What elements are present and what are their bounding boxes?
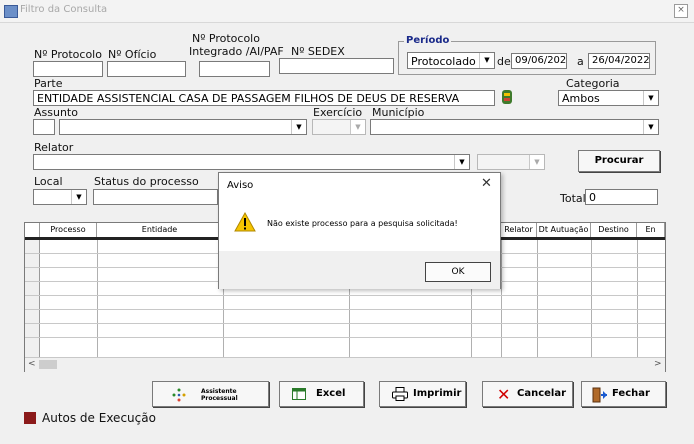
scroll-right-icon[interactable]: >	[654, 359, 662, 369]
periodo-a-label: a	[577, 55, 584, 68]
chevron-down-icon	[479, 53, 494, 68]
local-select[interactable]	[33, 189, 87, 205]
total-field: 0	[585, 189, 658, 205]
aviso-dialog: Aviso ✕ Não existe processo para a pesqu…	[218, 172, 501, 289]
chevron-down-icon	[643, 91, 658, 105]
exit-door-icon	[592, 387, 608, 406]
exercicio-select[interactable]	[312, 119, 366, 135]
col-en[interactable]: En	[637, 223, 665, 237]
categoria-select[interactable]: Ambos	[558, 90, 659, 106]
dialog-ok-button[interactable]: OK	[425, 262, 491, 282]
periodo-type-select[interactable]: Protocolado	[407, 52, 495, 69]
cancel-x-icon: ✕	[497, 385, 511, 404]
imprimir-button[interactable]: Imprimir	[379, 381, 466, 407]
total-label: Total	[560, 192, 586, 205]
grid-col-line	[637, 240, 638, 357]
assunto-label: Assunto	[34, 106, 78, 119]
n-protocolo-integrado-label-1: Nº Protocolo	[192, 32, 260, 45]
chevron-down-icon	[454, 155, 469, 169]
fechar-button[interactable]: Fechar	[581, 381, 666, 407]
app-icon	[4, 5, 18, 18]
n-protocolo-integrado-input[interactable]	[199, 61, 270, 77]
assistant-icon	[171, 387, 187, 406]
fechar-label: Fechar	[612, 388, 650, 399]
n-protocolo-input[interactable]	[33, 61, 103, 77]
col-entidade[interactable]: Entidade	[97, 223, 223, 237]
cancelar-button[interactable]: ✕ Cancelar	[482, 381, 573, 407]
dialog-title: Aviso	[227, 180, 254, 191]
parte-input[interactable]: ENTIDADE ASSISTENCIAL CASA DE PASSAGEM F…	[33, 90, 495, 106]
col-processo[interactable]: Processo	[40, 223, 97, 237]
grid-row-header-corner	[25, 223, 40, 237]
lookup-icon[interactable]	[500, 89, 514, 105]
status-label: Status do processo	[94, 175, 199, 188]
n-oficio-input[interactable]	[107, 61, 186, 77]
grid-row-selector	[25, 240, 40, 357]
local-label: Local	[34, 175, 63, 188]
dialog-message: Não existe processo para a pesquisa soli…	[267, 219, 458, 228]
warning-icon	[234, 211, 256, 236]
chevron-down-icon	[643, 120, 658, 134]
relator-label: Relator	[34, 141, 74, 154]
chevron-down-icon	[350, 120, 365, 134]
col-relator[interactable]: Relator	[501, 223, 537, 237]
dialog-close-button[interactable]: ✕	[481, 176, 492, 191]
municipio-select[interactable]	[370, 119, 659, 135]
grid-col-line	[97, 240, 98, 357]
exercicio-label: Exercício	[313, 106, 363, 119]
cancelar-label: Cancelar	[517, 388, 567, 399]
n-oficio-label: Nº Ofício	[108, 48, 157, 61]
relator-select[interactable]	[33, 154, 470, 170]
excel-label: Excel	[316, 388, 346, 399]
periodo-de-input[interactable]: 09/06/2020	[511, 53, 567, 69]
grid-row-line	[25, 323, 665, 324]
periodo-de-label: de	[497, 55, 511, 68]
excel-icon	[292, 388, 306, 403]
col-dt-autuacao[interactable]: Dt Autuação	[537, 223, 591, 237]
assunto-code-input[interactable]	[33, 119, 55, 135]
parte-label: Parte	[34, 77, 63, 90]
grid-row-line	[25, 309, 665, 310]
periodo-title: Período	[404, 35, 452, 46]
grid-col-line	[501, 240, 502, 357]
assistente-processual-button[interactable]: Assistente Processual	[152, 381, 269, 407]
scrollbar-thumb[interactable]	[39, 360, 57, 369]
chevron-down-icon	[71, 190, 86, 204]
grid-row-line	[25, 295, 665, 296]
periodo-type-value: Protocolado	[411, 55, 476, 68]
procurar-button[interactable]: Procurar	[578, 150, 660, 172]
excel-button[interactable]: Excel	[279, 381, 364, 407]
assistente-label-2: Processual	[201, 395, 238, 402]
assistente-label-1: Assistente	[201, 388, 237, 395]
window-title: Filtro da Consulta	[20, 4, 108, 15]
col-destino[interactable]: Destino	[591, 223, 637, 237]
relator-secondary-select[interactable]	[477, 154, 545, 170]
grid-col-line	[591, 240, 592, 357]
imprimir-label: Imprimir	[413, 388, 462, 399]
n-sedex-input[interactable]	[279, 58, 394, 74]
chevron-down-icon	[529, 155, 544, 169]
window-title-bar: Filtro da Consulta ×	[0, 0, 694, 23]
grid-row-line	[25, 337, 665, 338]
legend-label: Autos de Execução	[42, 411, 156, 425]
window-close-button[interactable]: ×	[674, 4, 688, 18]
horizontal-scrollbar[interactable]: < >	[25, 357, 665, 372]
printer-icon	[392, 387, 408, 404]
municipio-label: Município	[372, 106, 425, 119]
n-protocolo-label: Nº Protocolo	[34, 48, 102, 61]
status-select[interactable]	[93, 189, 218, 205]
n-protocolo-integrado-label-2: Integrado /AI/PAF	[189, 45, 284, 58]
categoria-label: Categoria	[566, 77, 620, 90]
chevron-down-icon	[291, 120, 306, 134]
grid-col-line	[537, 240, 538, 357]
categoria-value: Ambos	[562, 92, 600, 105]
assunto-select[interactable]	[59, 119, 307, 135]
legend-color-swatch	[24, 412, 36, 424]
periodo-a-input[interactable]: 26/04/2022	[588, 53, 650, 69]
scroll-left-icon[interactable]: <	[28, 359, 36, 369]
n-sedex-label: Nº SEDEX	[291, 45, 345, 58]
